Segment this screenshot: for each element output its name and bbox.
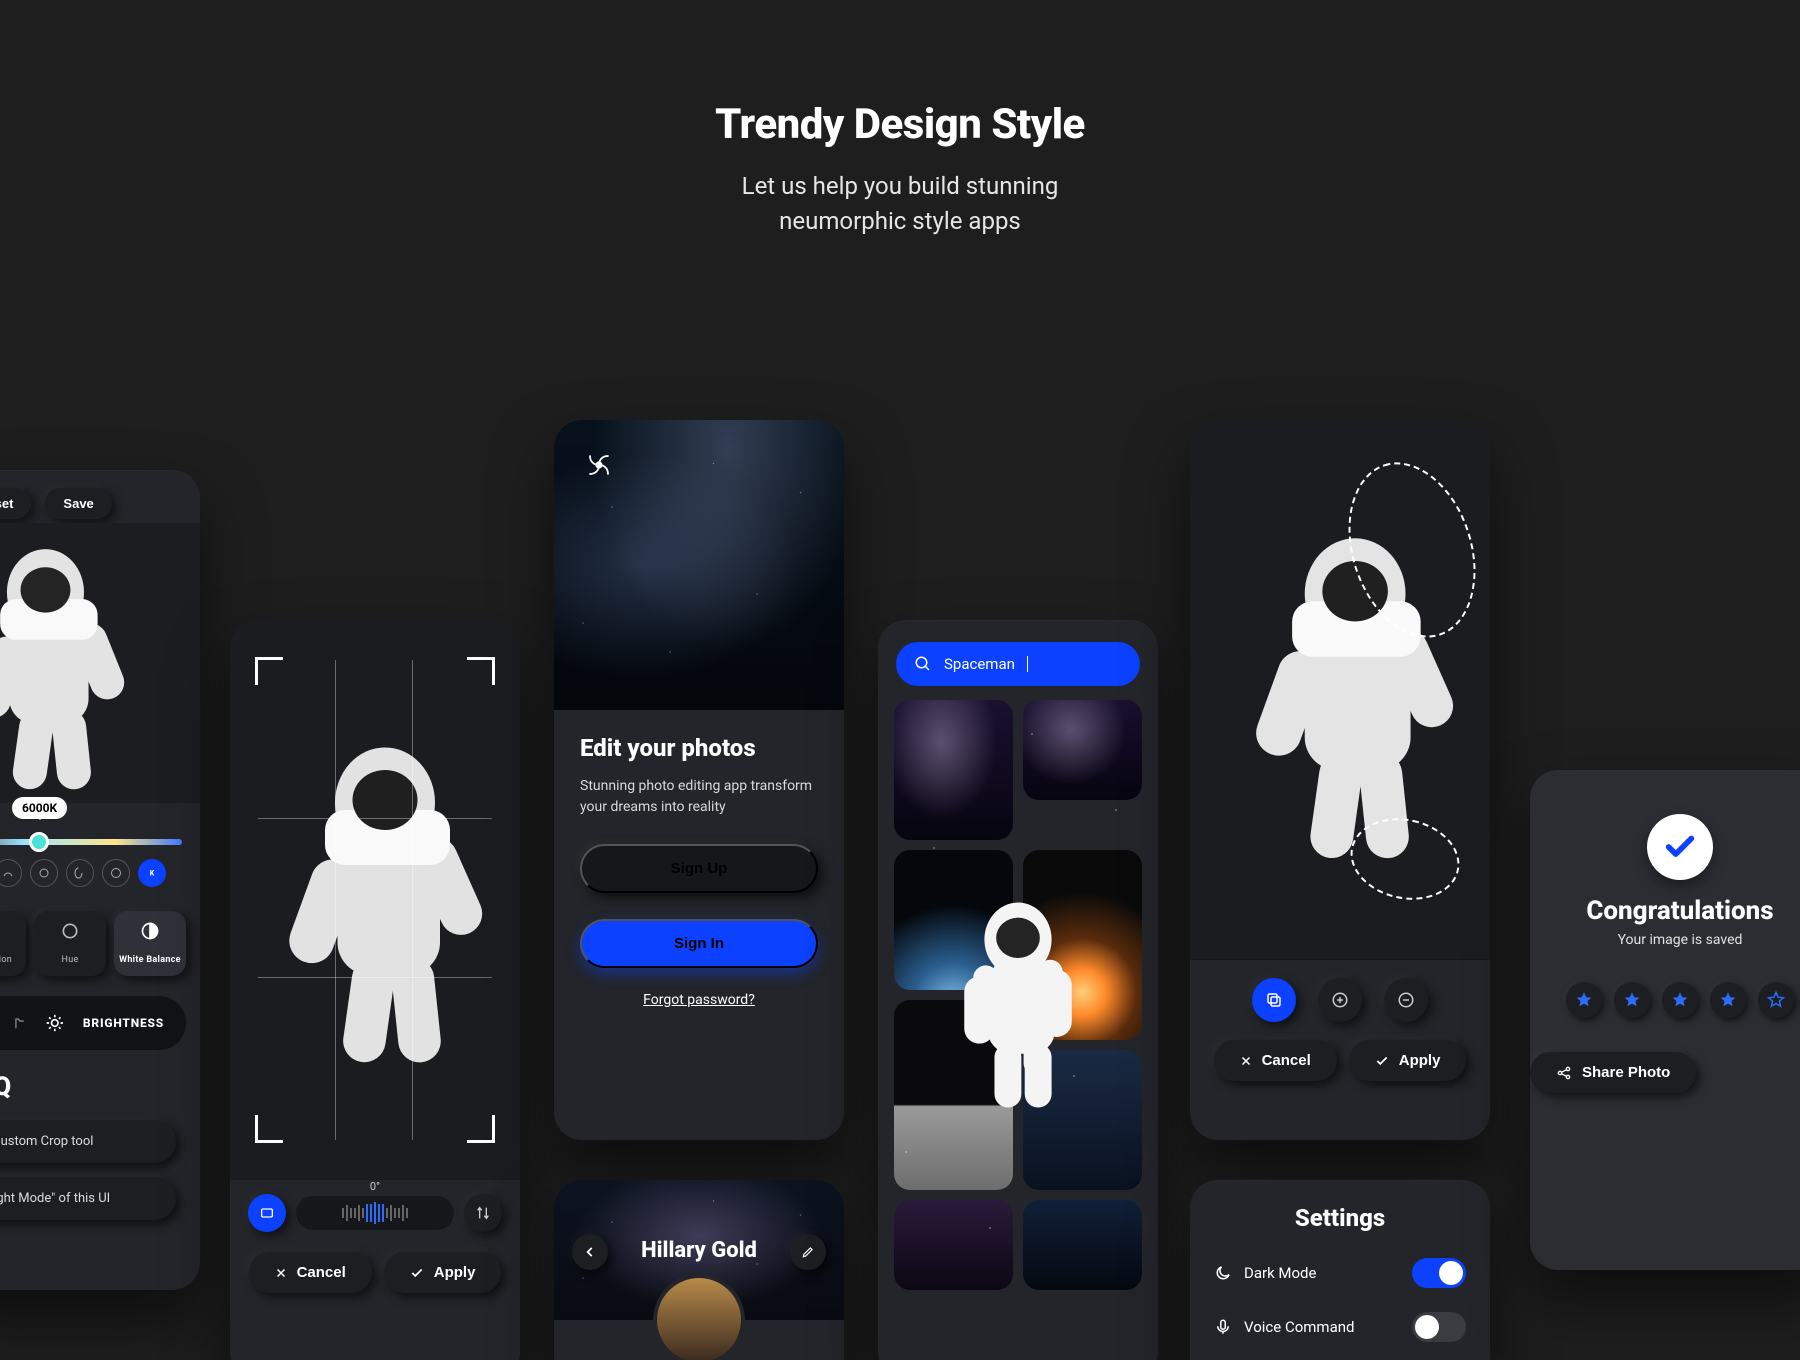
screen-congrats: Congratulations Your image is saved Shar…: [1530, 770, 1800, 1270]
preset-icon[interactable]: [30, 859, 58, 887]
preset-icon-active[interactable]: K: [138, 859, 166, 887]
tool-duplicate-icon[interactable]: [1252, 978, 1296, 1022]
congrats-subtitle: Your image is saved: [1530, 932, 1800, 948]
faq-item[interactable]: e Custom Crop tool: [0, 1120, 176, 1163]
flip-icon[interactable]: [464, 1194, 502, 1232]
brightness-strip[interactable]: BRIGHTNESS: [0, 996, 186, 1050]
moon-icon: [1214, 1264, 1232, 1282]
reset-button[interactable]: Reset: [0, 488, 31, 519]
preset-icon[interactable]: [0, 859, 22, 887]
preset-icon[interactable]: [102, 859, 130, 887]
whitebalance-slider[interactable]: [0, 839, 182, 845]
aspect-lock-icon[interactable]: [248, 1194, 286, 1232]
edit-icon[interactable]: [790, 1234, 826, 1270]
setting-label: Dark Mode: [1244, 1264, 1316, 1282]
screen-onboarding: Edit your photos Stunning photo editing …: [554, 420, 844, 1140]
save-button[interactable]: Save: [45, 488, 111, 519]
screen-editor-adjust: Reset Save 6000K K Sa: [0, 470, 200, 1290]
congrats-title: Congratulations: [1530, 896, 1800, 926]
back-icon[interactable]: [572, 1234, 608, 1270]
cancel-button[interactable]: Cancel: [249, 1252, 372, 1293]
mic-icon: [1214, 1318, 1232, 1336]
success-check-icon: [1647, 814, 1713, 880]
hero-subtitle: Let us help you build stunning neumorphi…: [0, 169, 1800, 239]
crop-grid[interactable]: [258, 660, 492, 1140]
svg-text:K: K: [150, 870, 155, 878]
forgot-password-link[interactable]: Forgot password?: [580, 992, 818, 1008]
faq-item[interactable]: "Light Mode" of this UI: [0, 1177, 176, 1220]
share-photo-button[interactable]: Share Photo: [1530, 1052, 1696, 1093]
dark-mode-toggle[interactable]: [1412, 1258, 1466, 1288]
tab-white-balance[interactable]: White Balance: [114, 911, 186, 976]
share-icon: [1556, 1065, 1572, 1081]
onboarding-title: Edit your photos: [580, 734, 818, 762]
screen-profile-header: Hillary Gold: [554, 1180, 844, 1360]
hero-title: Trendy Design Style: [0, 100, 1800, 149]
avatar: [653, 1274, 745, 1360]
screen-crop: 0° Cancel Apply: [230, 620, 520, 1360]
app-logo-icon: [578, 444, 620, 486]
faq-heading: FAQ: [0, 1072, 176, 1102]
tab-hue[interactable]: Hue: [34, 911, 106, 976]
onboarding-tagline: Stunning photo editing app transform you…: [580, 776, 818, 818]
tool-subtract-icon[interactable]: [1384, 978, 1428, 1022]
setting-label: Voice Command: [1244, 1318, 1354, 1336]
apply-button[interactable]: Apply: [1349, 1040, 1467, 1081]
voice-command-toggle[interactable]: [1412, 1312, 1466, 1342]
kelvin-readout: 6000K: [12, 797, 67, 819]
screen-lasso: Cancel Apply: [1190, 420, 1490, 1140]
preset-icon[interactable]: [66, 859, 94, 887]
tab-saturation[interactable]: Saturation: [0, 911, 26, 976]
apply-button[interactable]: Apply: [384, 1252, 502, 1293]
screen-search: Spaceman: [878, 620, 1158, 1360]
screen-settings: Settings Dark Mode Voice Command: [1190, 1180, 1490, 1360]
rating-stars[interactable]: [1530, 982, 1800, 1018]
settings-title: Settings: [1190, 1180, 1490, 1246]
tool-add-icon[interactable]: [1318, 978, 1362, 1022]
signin-button[interactable]: Sign In: [580, 919, 818, 968]
cancel-button[interactable]: Cancel: [1214, 1040, 1337, 1081]
signup-button[interactable]: Sign Up: [580, 844, 818, 893]
rotation-scale[interactable]: 0°: [296, 1196, 454, 1230]
